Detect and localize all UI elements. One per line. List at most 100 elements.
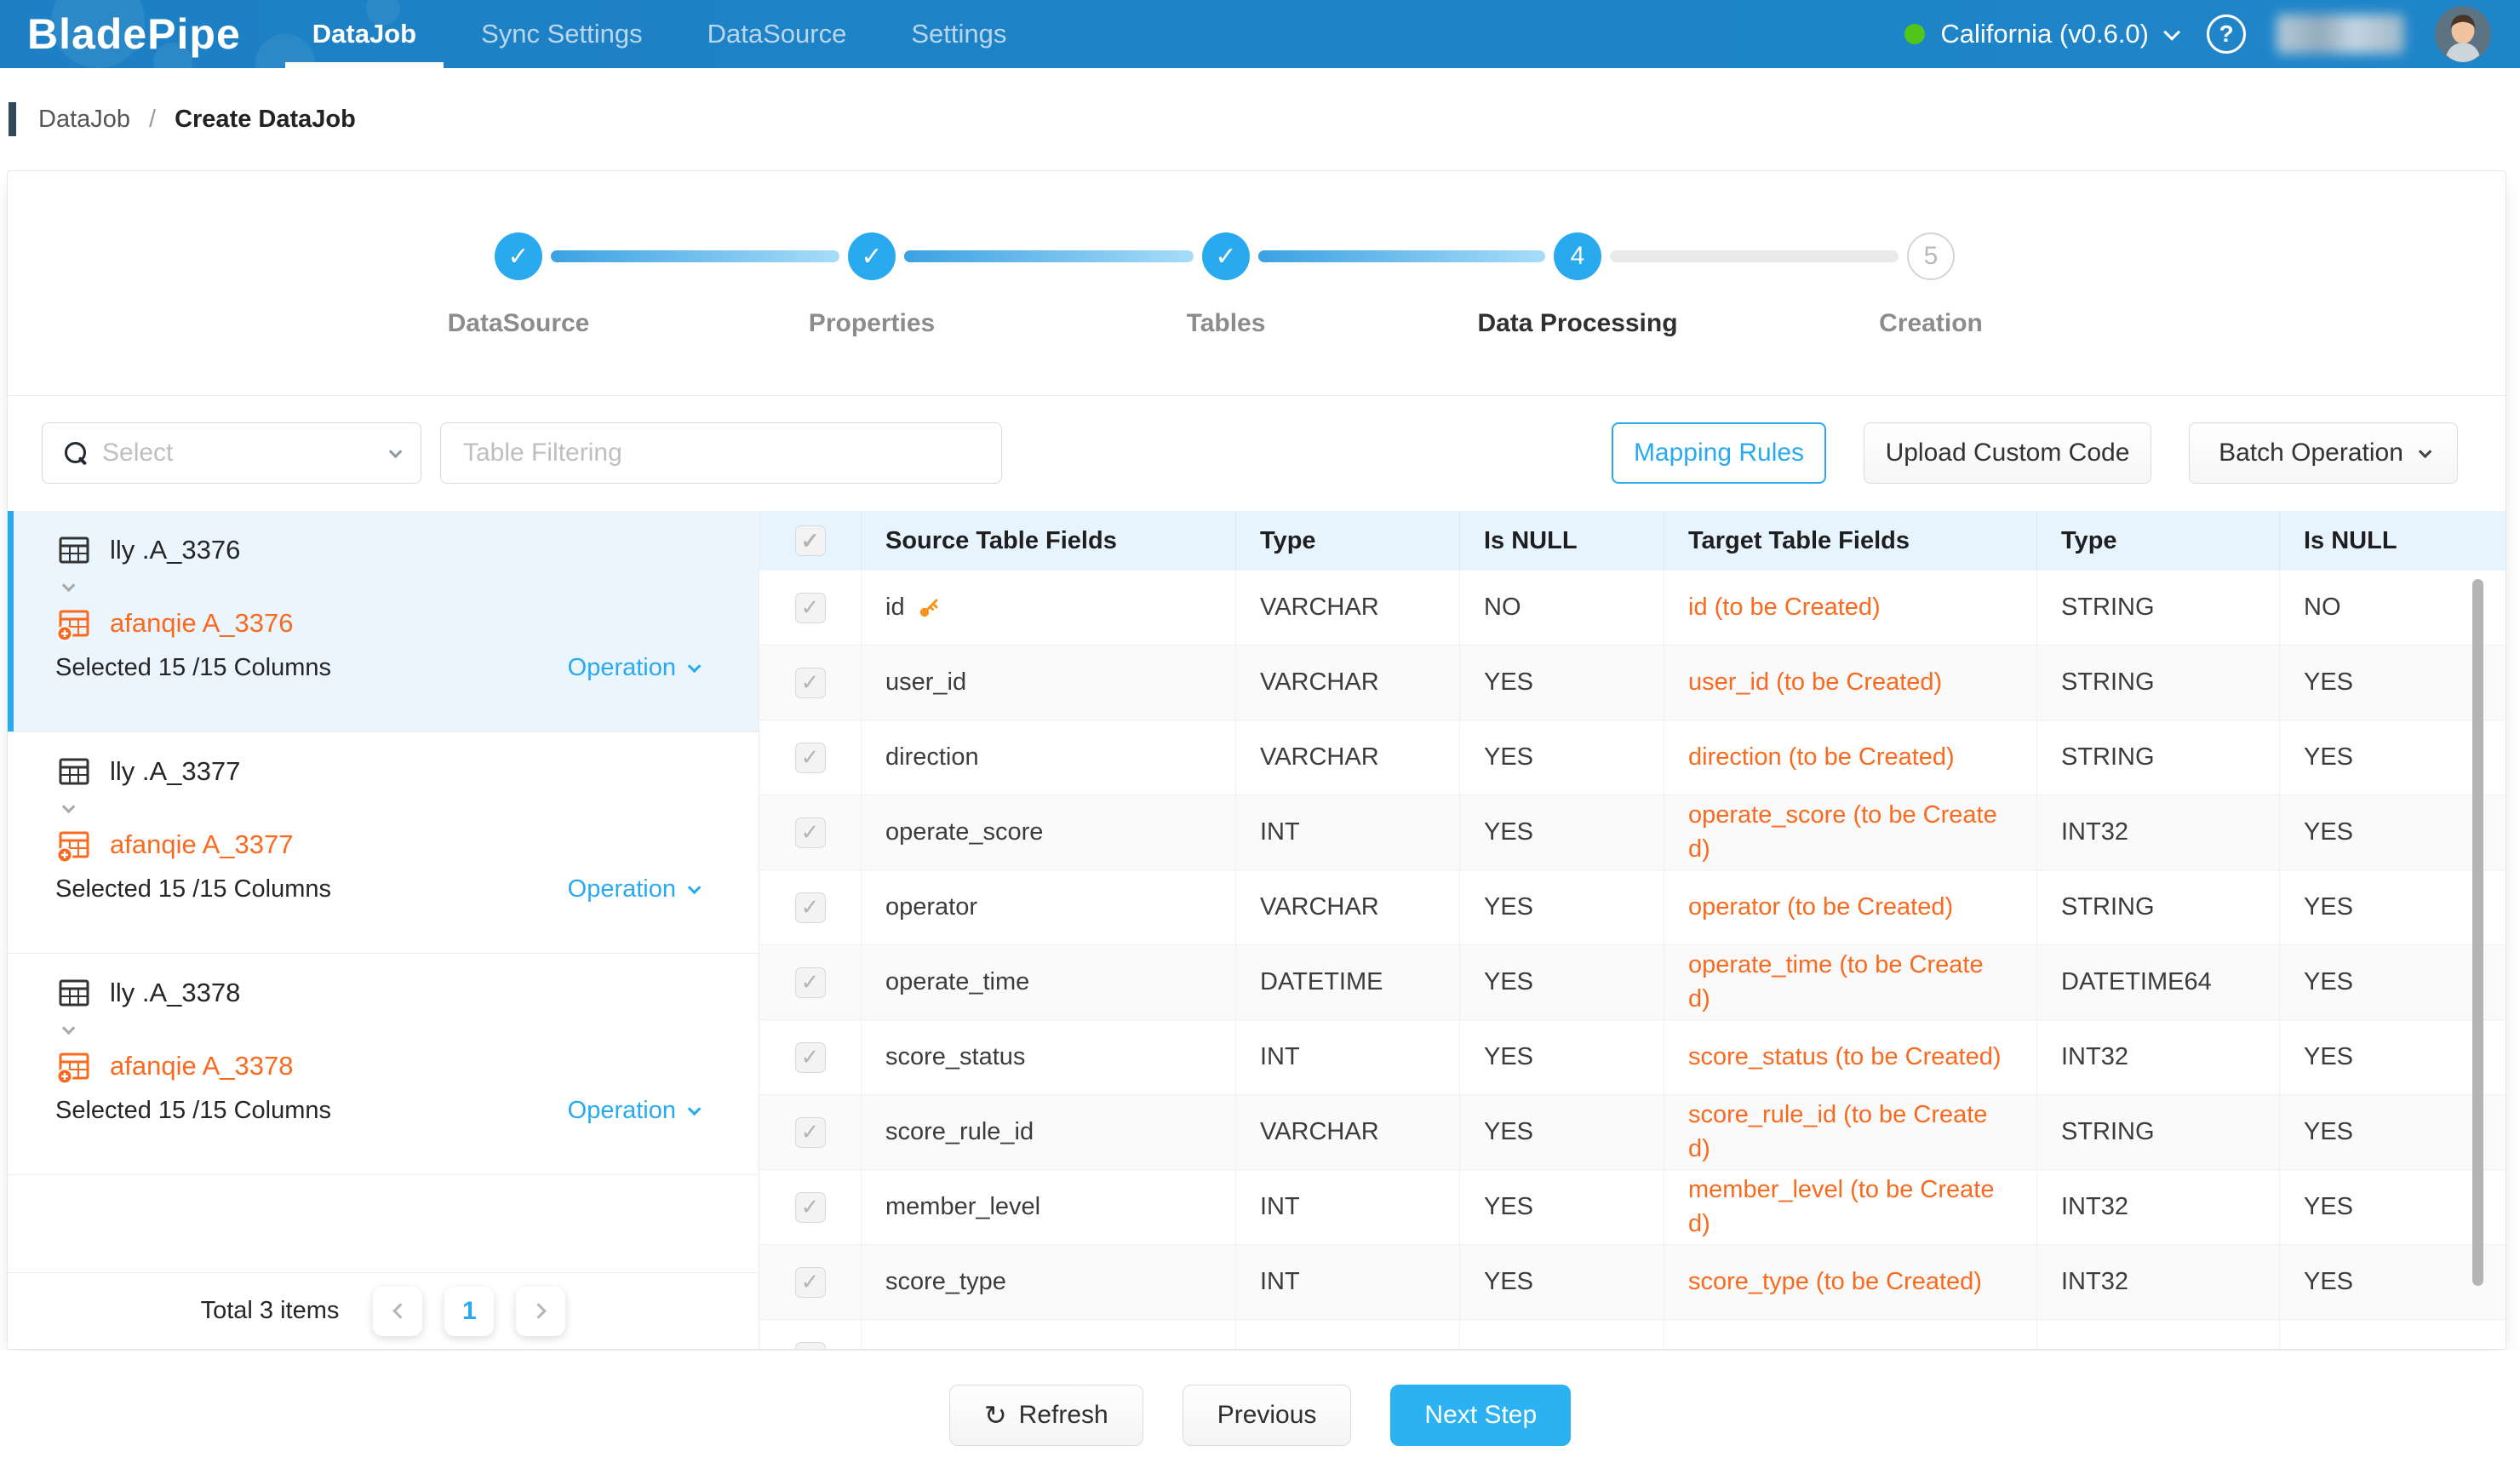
cell-source-field: score_status <box>862 1020 1236 1094</box>
environment-selector[interactable]: California (v0.6.0) <box>1904 19 2176 49</box>
page-title: Create DataJob <box>175 106 356 134</box>
operation-dropdown[interactable]: Operation <box>568 875 697 903</box>
field-row: ✓score_typeINTYESscore_type (to be Creat… <box>759 1245 2506 1320</box>
row-checkbox[interactable]: ✓ <box>795 1117 826 1148</box>
row-checkbox[interactable]: ✓ <box>795 1267 826 1298</box>
pagination-next-button[interactable] <box>516 1287 565 1336</box>
select-all-checkbox[interactable]: ✓ <box>795 525 826 556</box>
source-table-icon <box>55 753 93 790</box>
cell-source-type: VARCHAR <box>1236 571 1460 645</box>
row-checkbox-cell: ✓ <box>759 720 862 794</box>
row-checkbox[interactable]: ✓ <box>795 892 826 923</box>
expand-toggle[interactable] <box>55 1013 697 1046</box>
nav-tab-label: DataSource <box>707 19 847 49</box>
wizard-footer: ↻ Refresh Previous Next Step <box>0 1351 2520 1480</box>
row-checkbox-cell: ✓ <box>759 1320 862 1349</box>
nav-tab-datajob[interactable]: DataJob <box>280 0 449 68</box>
content-area: lly .A_3376 afanqie A_3376 Selected 15 /… <box>8 511 2506 1349</box>
row-checkbox[interactable]: ✓ <box>795 1192 826 1223</box>
pagination-page-1[interactable]: 1 <box>444 1287 494 1336</box>
step-circle-data-processing: 4 <box>1554 232 1601 280</box>
cell-source-type <box>1236 1320 1460 1349</box>
nav-tab-settings[interactable]: Settings <box>879 0 1039 68</box>
pagination-prev-button[interactable] <box>373 1287 422 1336</box>
vertical-scrollbar[interactable] <box>2472 579 2483 1286</box>
breadcrumb-section[interactable]: DataJob <box>38 106 130 134</box>
cell-source-type: INT <box>1236 1245 1460 1319</box>
source-field-name: score_type <box>885 1268 1006 1296</box>
avatar[interactable] <box>2435 6 2491 62</box>
next-step-button[interactable]: Next Step <box>1390 1385 1571 1446</box>
cell-target-field: score_rule_id (to be Created) <box>1664 1095 2037 1169</box>
field-row: ✓score_statusINTYESscore_status (to be C… <box>759 1020 2506 1095</box>
operation-dropdown[interactable]: Operation <box>568 1097 697 1125</box>
chevron-left-icon <box>392 1303 408 1318</box>
primary-key-icon <box>917 596 941 620</box>
row-checkbox[interactable]: ✓ <box>795 967 826 998</box>
cell-source-field: score_rule_id <box>862 1095 1236 1169</box>
cell-target-type: DATETIME64 <box>2037 945 2280 1019</box>
cell-target-field: operate_time (to be Created) <box>1664 945 2037 1019</box>
refresh-label: Refresh <box>1019 1401 1108 1430</box>
table-pair-list: lly .A_3376 afanqie A_3376 Selected 15 /… <box>8 511 759 1175</box>
batch-operation-button[interactable]: Batch Operation <box>2189 422 2458 484</box>
target-field-name: id (to be Created) <box>1688 591 2005 624</box>
cell-source-nullable: YES <box>1460 1245 1664 1319</box>
previous-button[interactable]: Previous <box>1183 1385 1352 1446</box>
row-checkbox-cell: ✓ <box>759 1170 862 1244</box>
row-checkbox[interactable]: ✓ <box>795 593 826 623</box>
row-checkbox[interactable]: ✓ <box>795 1342 826 1350</box>
table-pair-item[interactable]: lly .A_3376 afanqie A_3376 Selected 15 /… <box>8 511 759 732</box>
next-step-label: Next Step <box>1424 1401 1537 1430</box>
cell-source-type: DATETIME <box>1236 945 1460 1019</box>
refresh-button[interactable]: ↻ Refresh <box>949 1385 1143 1446</box>
cell-target-field: user_id (to be Created) <box>1664 645 2037 720</box>
upload-custom-code-label: Upload Custom Code <box>1886 439 2130 468</box>
cell-target-type: STRING <box>2037 645 2280 720</box>
field-row: ✓ <box>759 1320 2506 1349</box>
chevron-down-icon <box>62 578 76 592</box>
row-checkbox[interactable]: ✓ <box>795 1042 826 1073</box>
cell-target-type: INT32 <box>2037 795 2280 869</box>
search-icon <box>65 442 87 464</box>
table-filtering-input[interactable] <box>440 422 1002 484</box>
step-circle-datasource: ✓ <box>495 232 542 280</box>
source-field-name: id <box>885 594 905 622</box>
row-checkbox[interactable]: ✓ <box>795 668 826 698</box>
upload-custom-code-button[interactable]: Upload Custom Code <box>1864 422 2151 484</box>
field-row: ✓operate_scoreINTYESoperate_score (to be… <box>759 795 2506 870</box>
nav-right-group: California (v0.6.0) ? <box>1904 6 2491 62</box>
expand-toggle[interactable] <box>55 792 697 824</box>
row-checkbox-cell: ✓ <box>759 795 862 869</box>
operation-label: Operation <box>568 1097 676 1125</box>
nav-tab-label: Settings <box>911 19 1006 49</box>
cell-source-field: operator <box>862 870 1236 944</box>
row-checkbox-cell: ✓ <box>759 945 862 1019</box>
mapping-rules-button[interactable]: Mapping Rules <box>1612 422 1826 484</box>
target-field-name: score_rule_id (to be Created) <box>1688 1099 2005 1165</box>
step-label: DataSource <box>448 309 590 338</box>
chevron-down-icon <box>62 800 76 813</box>
target-table-icon <box>55 1047 93 1085</box>
breadcrumb-accent-bar <box>9 102 16 136</box>
table-pair-item[interactable]: lly .A_3377 afanqie A_3377 Selected 15 /… <box>8 732 759 954</box>
brand-logo[interactable]: BladePipe <box>27 9 241 59</box>
column-select-dropdown[interactable]: Select <box>42 422 421 484</box>
target-field-name: direction (to be Created) <box>1688 741 2005 774</box>
help-button[interactable]: ? <box>2207 14 2246 54</box>
row-checkbox[interactable]: ✓ <box>795 743 826 773</box>
cell-target-field: member_level (to be Created) <box>1664 1170 2037 1244</box>
nav-tab-sync-settings[interactable]: Sync Settings <box>449 0 675 68</box>
table-pair-item[interactable]: lly .A_3378 afanqie A_3378 Selected 15 /… <box>8 954 759 1175</box>
avatar-image <box>2435 6 2491 62</box>
table-pair-panel: lly .A_3376 afanqie A_3376 Selected 15 /… <box>8 511 759 1349</box>
cell-source-nullable: YES <box>1460 945 1664 1019</box>
field-table-header: ✓Source Table FieldsTypeIs NULLTarget Ta… <box>759 511 2506 571</box>
expand-toggle[interactable] <box>55 571 697 603</box>
nav-tab-datasource[interactable]: DataSource <box>675 0 879 68</box>
row-checkbox[interactable]: ✓ <box>795 817 826 848</box>
operation-dropdown[interactable]: Operation <box>568 654 697 682</box>
cell-target-field: score_status (to be Created) <box>1664 1020 2037 1094</box>
field-row: ✓score_rule_idVARCHARYESscore_rule_id (t… <box>759 1095 2506 1170</box>
cell-target-type: STRING <box>2037 720 2280 794</box>
